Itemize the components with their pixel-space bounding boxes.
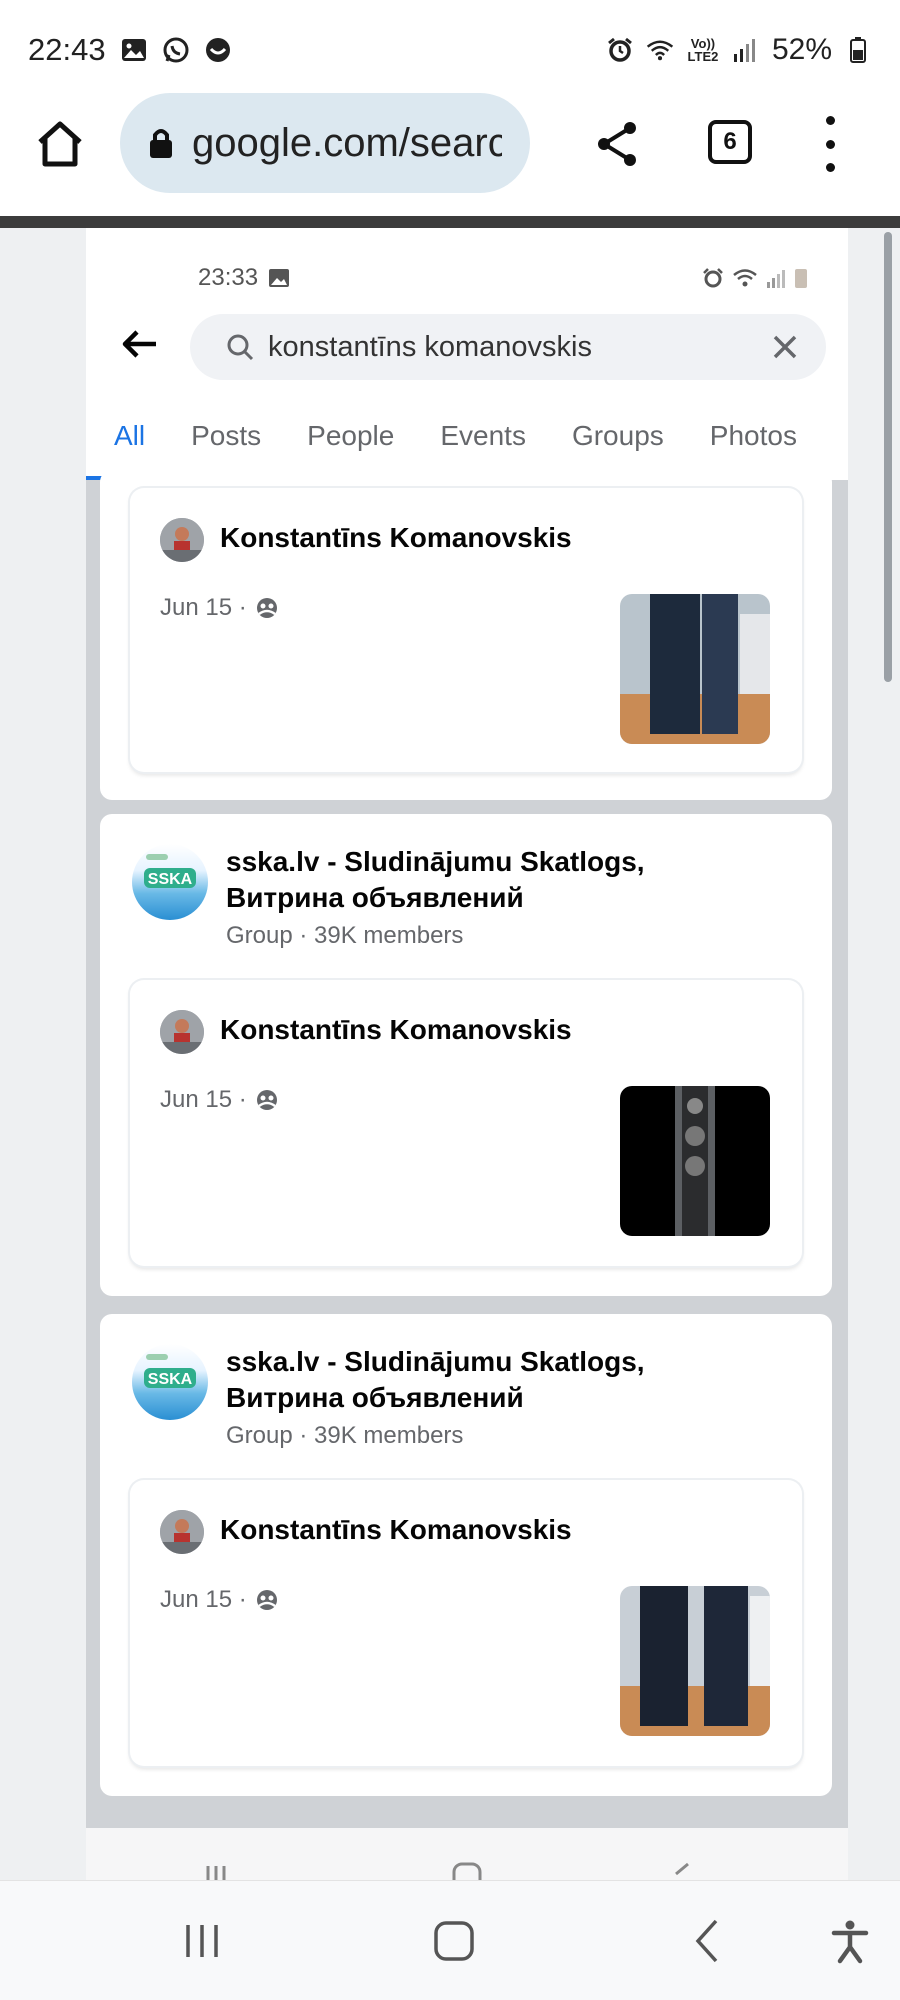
public-group-icon [256, 598, 277, 618]
wifi-icon [733, 269, 757, 287]
volte-lte-icon: Vo)) LTE2 [687, 36, 719, 64]
home-nav-icon [434, 1921, 474, 1961]
home-nav-button[interactable] [430, 1917, 478, 1965]
status-right: Vo)) LTE2 52% [606, 33, 872, 67]
post-date: Jun 15 · [160, 1586, 247, 1613]
result-card[interactable]: Konstantīns Komanovskis Jun 15 · [100, 470, 832, 800]
accessibility-icon [831, 1920, 869, 1964]
page-scrollbar[interactable] [884, 232, 892, 682]
inner-time-text: 23:33 [198, 264, 259, 291]
recents-icon [186, 1925, 218, 1957]
fb-search-header: 23:33 konstantīns komanovskis All Posts … [86, 228, 848, 480]
browser-toolbar: google.com/search 6 [0, 90, 900, 198]
recent-apps-button[interactable] [178, 1917, 226, 1965]
post-thumbnail[interactable] [620, 594, 770, 744]
inner-status-bar: 23:33 [86, 260, 848, 296]
group-name-line: sska.lv - Sludinājumu Skatlogs, [226, 846, 645, 877]
inner-status-time: 23:33 [198, 264, 290, 292]
group-name[interactable]: sska.lv - Sludinājumu Skatlogs, Витрина … [226, 1344, 786, 1416]
group-logo-text: SSKA [147, 1371, 193, 1388]
search-icon [227, 334, 254, 361]
post-date: Jun 15 · [160, 594, 247, 621]
tab-photos[interactable]: Photos [710, 406, 797, 478]
result-card[interactable]: SSKA sska.lv - Sludinājumu Skatlogs, Вит… [100, 814, 832, 1296]
group-meta: Group · 39K members [226, 922, 464, 949]
lock-icon [150, 129, 172, 158]
status-left: 22:43 [28, 32, 232, 68]
home-button[interactable] [34, 118, 86, 170]
group-name-line: sska.lv - Sludinājumu Skatlogs, [226, 1346, 645, 1377]
post-thumbnail[interactable] [620, 1086, 770, 1236]
public-group-icon [256, 1590, 277, 1610]
inner-status-icons [702, 267, 808, 289]
whatsapp-notification-icon [162, 36, 190, 64]
tab-all[interactable]: All [114, 406, 145, 478]
group-name[interactable]: sska.lv - Sludinājumu Skatlogs, Витрина … [226, 844, 786, 916]
close-icon[interactable] [772, 334, 798, 360]
post-meta: Jun 15 · [160, 1586, 279, 1614]
search-query: konstantīns komanovskis [268, 330, 592, 363]
post-meta: Jun 15 · [160, 594, 279, 622]
group-name-line: Витрина объявлений [226, 1382, 524, 1413]
back-chevron-icon [695, 1919, 718, 1963]
more-vert-icon[interactable] [818, 116, 842, 172]
post-preview[interactable]: Konstantīns Komanovskis Jun 15 · [130, 1480, 802, 1766]
results-feed: Konstantīns Komanovskis Jun 15 · SSKA ss… [86, 470, 848, 1828]
public-group-icon [256, 1090, 277, 1110]
battery-icon [844, 36, 872, 64]
avatar [160, 518, 204, 562]
embedded-screenshot: 23:33 konstantīns komanovskis All Posts … [86, 228, 848, 1828]
result-card[interactable]: SSKA sska.lv - Sludinājumu Skatlogs, Вит… [100, 1314, 832, 1796]
back-nav-button[interactable] [684, 1917, 732, 1965]
tab-posts[interactable]: Posts [191, 406, 261, 478]
gallery-icon [269, 269, 290, 287]
tab-groups[interactable]: Groups [572, 406, 664, 478]
avatar [160, 1010, 204, 1054]
post-preview[interactable]: Konstantīns Komanovskis Jun 15 · [130, 980, 802, 1266]
tab-people[interactable]: People [307, 406, 394, 478]
status-time: 22:43 [28, 32, 106, 67]
url-text: google.com/search [192, 120, 502, 165]
post-preview[interactable]: Konstantīns Komanovskis Jun 15 · [130, 488, 802, 772]
toolbar-divider [0, 216, 900, 228]
tab-events[interactable]: Events [440, 406, 526, 478]
group-meta: Group · 39K members [226, 1422, 464, 1449]
battery-percent: 52% [771, 33, 832, 66]
back-arrow-icon [122, 330, 156, 358]
alarm-icon [606, 36, 634, 64]
wifi-icon [646, 36, 674, 64]
post-meta: Jun 15 · [160, 1086, 279, 1114]
post-date: Jun 15 · [160, 1086, 247, 1113]
author-name[interactable]: Konstantīns Komanovskis [220, 522, 572, 554]
author-name[interactable]: Konstantīns Komanovskis [220, 1514, 572, 1546]
signal-icon [732, 36, 760, 64]
app-notification-icon [204, 36, 232, 64]
battery-icon [795, 269, 807, 288]
system-status-bar: 22:43 Vo)) LTE2 52% [0, 0, 900, 100]
address-bar[interactable]: google.com/search [120, 93, 530, 193]
home-icon [38, 121, 82, 167]
author-name[interactable]: Konstantīns Komanovskis [220, 1014, 572, 1046]
search-input[interactable]: konstantīns komanovskis [190, 314, 826, 380]
system-nav-bar [0, 1880, 900, 2000]
tab-switcher-button[interactable]: 6 [708, 120, 752, 164]
result-tabs: All Posts People Events Groups Photos [86, 406, 848, 478]
avatar [160, 1510, 204, 1554]
group-logo[interactable]: SSKA [132, 844, 208, 920]
embedded-nav-bar [86, 1828, 848, 1880]
share-icon [598, 122, 636, 166]
signal-icon [767, 270, 785, 288]
group-logo-text: SSKA [147, 871, 193, 888]
group-name-line: Витрина объявлений [226, 882, 524, 913]
alarm-icon [703, 268, 723, 288]
share-button[interactable] [592, 118, 644, 170]
back-button[interactable] [120, 324, 160, 364]
gallery-notification-icon [120, 36, 148, 64]
post-thumbnail[interactable] [620, 1586, 770, 1736]
group-logo[interactable]: SSKA [132, 1344, 208, 1420]
accessibility-button[interactable] [826, 1917, 874, 1965]
